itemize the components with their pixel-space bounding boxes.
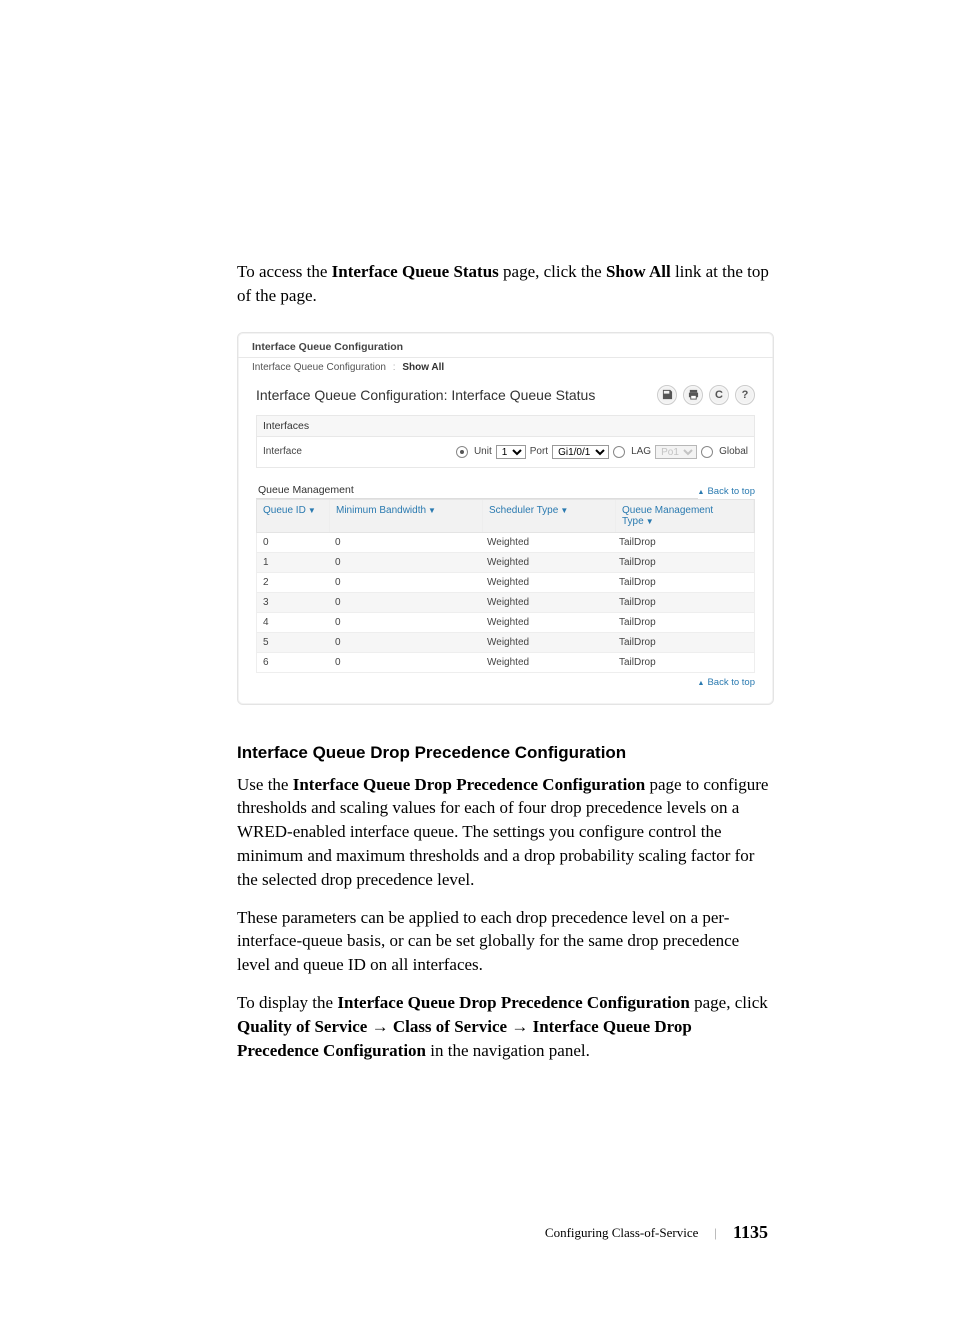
cell-scheduler-type: Weighted: [481, 593, 613, 612]
section2-p1: Use the Interface Queue Drop Precedence …: [237, 773, 774, 892]
cell-queue-id: 5: [257, 633, 329, 652]
help-icon[interactable]: ?: [735, 385, 755, 405]
refresh-icon[interactable]: C: [709, 385, 729, 405]
col-scheduler-type[interactable]: Scheduler Type: [489, 505, 558, 516]
cell-queue-id: 2: [257, 573, 329, 592]
interface-selector-row: Interface Unit 1 Port Gi1/0/1 LAG Po1 Gl…: [256, 437, 755, 468]
cell-min-bandwidth: 0: [329, 553, 481, 572]
col-min-bandwidth[interactable]: Minimum Bandwidth: [336, 505, 426, 516]
cell-queue-mgmt-type: TailDrop: [613, 593, 754, 612]
lag-radio[interactable]: [613, 446, 625, 458]
cell-min-bandwidth: 0: [329, 573, 481, 592]
interfaces-section-label: Interfaces: [256, 415, 755, 437]
cell-scheduler-type: Weighted: [481, 633, 613, 652]
port-select[interactable]: Gi1/0/1: [552, 445, 609, 459]
table-row: 20WeightedTailDrop: [256, 573, 755, 593]
unit-radio[interactable]: [456, 446, 468, 458]
page-footer: Configuring Class-of-Service | 1135: [237, 1222, 774, 1243]
cell-min-bandwidth: 0: [329, 533, 481, 552]
table-row: 00WeightedTailDrop: [256, 533, 755, 553]
queue-management-label: Queue Management: [256, 480, 698, 499]
lag-select: Po1: [655, 445, 697, 459]
breadcrumb: Interface Queue Configuration : Show All: [238, 357, 773, 383]
table-row: 50WeightedTailDrop: [256, 633, 755, 653]
cell-min-bandwidth: 0: [329, 653, 481, 672]
back-to-top-link[interactable]: Back to top: [698, 486, 755, 499]
cell-queue-mgmt-type: TailDrop: [613, 573, 754, 592]
footer-chapter: Configuring Class-of-Service: [545, 1225, 698, 1241]
cell-queue-mgmt-type: TailDrop: [613, 653, 754, 672]
section-heading: Interface Queue Drop Precedence Configur…: [237, 743, 774, 763]
unit-select[interactable]: 1: [496, 445, 526, 459]
cell-queue-id: 4: [257, 613, 329, 632]
cell-queue-id: 1: [257, 553, 329, 572]
cell-queue-mgmt-type: TailDrop: [613, 533, 754, 552]
table-row: 30WeightedTailDrop: [256, 593, 755, 613]
print-icon[interactable]: [683, 385, 703, 405]
cell-queue-id: 6: [257, 653, 329, 672]
section2-p2: These parameters can be applied to each …: [237, 906, 774, 977]
cell-min-bandwidth: 0: [329, 593, 481, 612]
cell-queue-id: 0: [257, 533, 329, 552]
table-row: 10WeightedTailDrop: [256, 553, 755, 573]
cell-min-bandwidth: 0: [329, 613, 481, 632]
ui-screenshot-panel: Interface Queue Configuration Interface …: [237, 332, 774, 705]
cell-scheduler-type: Weighted: [481, 573, 613, 592]
cell-scheduler-type: Weighted: [481, 533, 613, 552]
table-row: 60WeightedTailDrop: [256, 653, 755, 673]
global-radio[interactable]: [701, 446, 713, 458]
cell-min-bandwidth: 0: [329, 633, 481, 652]
cell-queue-mgmt-type: TailDrop: [613, 633, 754, 652]
intro-paragraph: To access the Interface Queue Status pag…: [237, 260, 774, 308]
cell-queue-id: 3: [257, 593, 329, 612]
interface-label: Interface: [263, 446, 433, 457]
cell-queue-mgmt-type: TailDrop: [613, 613, 754, 632]
section2-p3: To display the Interface Queue Drop Prec…: [237, 991, 774, 1062]
table-row: 40WeightedTailDrop: [256, 613, 755, 633]
col-queue-id[interactable]: Queue ID: [263, 505, 306, 516]
footer-page-number: 1135: [733, 1222, 768, 1243]
cell-scheduler-type: Weighted: [481, 653, 613, 672]
save-icon[interactable]: [657, 385, 677, 405]
cell-scheduler-type: Weighted: [481, 553, 613, 572]
cell-scheduler-type: Weighted: [481, 613, 613, 632]
panel-title: Interface Queue Configuration: Interface…: [256, 387, 595, 403]
table-header: Queue ID▼ Minimum Bandwidth▼ Scheduler T…: [256, 499, 755, 533]
col-queue-mgmt-type[interactable]: Queue Management Type: [622, 505, 713, 527]
back-to-top-link-bottom[interactable]: Back to top: [698, 677, 755, 690]
window-title: Interface Queue Configuration: [238, 335, 773, 357]
cell-queue-mgmt-type: TailDrop: [613, 553, 754, 572]
